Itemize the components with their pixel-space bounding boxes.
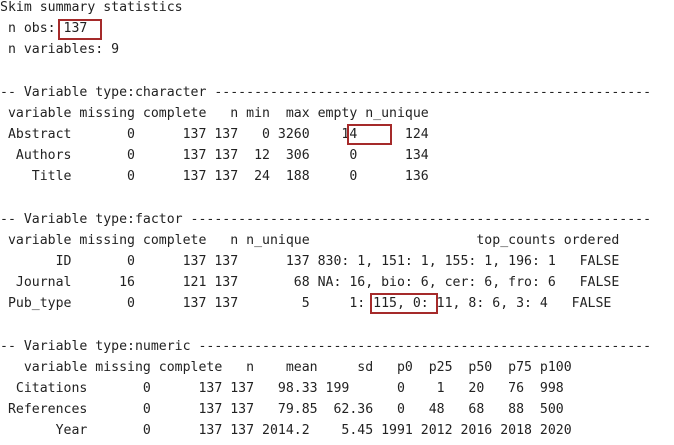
numeric-table-header: variable missing complete n mean sd p0 p… bbox=[0, 360, 572, 375]
numeric-section-heading: -- Variable type:numeric ---------------… bbox=[0, 339, 652, 354]
n-obs-label: n obs: bbox=[0, 21, 64, 36]
factor-table-header: variable missing complete n n_unique top… bbox=[0, 233, 620, 248]
character-section-heading: -- Variable type:character -------------… bbox=[0, 85, 652, 100]
character-row-authors: Authors 0 137 137 12 306 0 134 bbox=[0, 148, 429, 163]
character-table-header: variable missing complete n min max empt… bbox=[0, 106, 429, 121]
highlight-box-pub-type-top-count bbox=[370, 293, 438, 314]
n-variables-line: n variables: 9 bbox=[0, 42, 120, 57]
r-console-output: Skim summary statistics n obs: 137 n var… bbox=[0, 0, 674, 445]
factor-row-journal: Journal 16 121 137 68 NA: 16, bio: 6, ce… bbox=[0, 275, 620, 290]
numeric-row-citations: Citations 0 137 137 98.33 199 0 1 20 76 … bbox=[0, 381, 564, 396]
factor-row-pub-type: Pub_type 0 137 137 5 1: 115, 0: 11, 8: 6… bbox=[0, 296, 612, 311]
factor-section-heading: -- Variable type:factor ----------------… bbox=[0, 212, 652, 227]
numeric-row-references: References 0 137 137 79.85 62.36 0 48 68… bbox=[0, 402, 564, 417]
skim-title: Skim summary statistics bbox=[0, 0, 183, 15]
factor-row-id: ID 0 137 137 137 830: 1, 151: 1, 155: 1,… bbox=[0, 254, 620, 269]
character-row-title: Title 0 137 137 24 188 0 136 bbox=[0, 169, 429, 184]
highlight-box-n-obs bbox=[58, 19, 102, 40]
numeric-row-year: Year 0 137 137 2014.2 5.45 1991 2012 201… bbox=[0, 423, 572, 438]
highlight-box-abstract-empty bbox=[347, 124, 392, 145]
